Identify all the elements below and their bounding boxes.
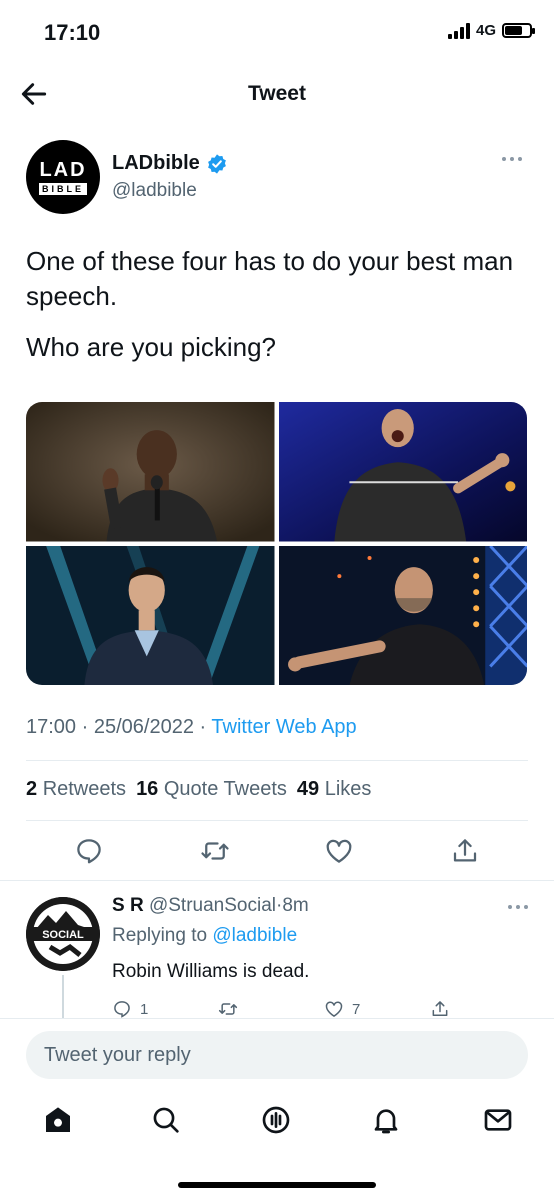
tweet-time: 17:00: [26, 716, 77, 738]
notifications-icon[interactable]: [370, 1104, 402, 1136]
retweet-icon[interactable]: [200, 836, 230, 866]
photo-4[interactable]: [278, 545, 527, 685]
search-icon[interactable]: [150, 1104, 182, 1136]
share-icon: [432, 1001, 448, 1016]
reply-avatar[interactable]: SOCIAL: [26, 897, 100, 971]
retweets-count: 2: [26, 778, 38, 800]
author-handle: @ladbible: [112, 180, 197, 201]
avatar[interactable]: LAD BIBLE: [26, 140, 100, 214]
avatar-logo-subtext: BIBLE: [39, 182, 87, 195]
verified-badge-icon: [207, 153, 226, 174]
tweet-text-line: Who are you picking?: [26, 332, 277, 362]
thread-line: [62, 975, 64, 1019]
reply-retweet-button[interactable]: [218, 999, 238, 1019]
reply-like-button[interactable]: 7: [324, 999, 360, 1019]
author-name-row: LADbible: [112, 152, 228, 175]
tweet-action-bar: [26, 832, 528, 872]
reply-action-bar: 1 7: [112, 997, 472, 1019]
reply-author-handle: @StruanSocial: [148, 895, 276, 916]
photo-3[interactable]: [26, 545, 275, 685]
reply-tweet[interactable]: SOCIAL S R @StruanSocial·8m Replying to …: [0, 880, 554, 1019]
social-logo-image: SOCIAL: [26, 897, 100, 971]
status-bar: 17:10 4G: [0, 0, 554, 66]
battery-icon: [502, 23, 535, 38]
reply-header: S R @StruanSocial·8m: [112, 895, 309, 917]
reply-author-name[interactable]: S R: [112, 895, 144, 916]
tweet-timestamp: 17:00 · 25/06/2022 · Twitter Web App: [26, 716, 357, 739]
messages-icon[interactable]: [482, 1104, 514, 1136]
status-time: 17:10: [44, 20, 101, 45]
like-icon: [325, 1001, 343, 1017]
more-dots-icon: [508, 905, 512, 909]
tweet-date: 25/06/2022: [93, 716, 194, 738]
photo-2[interactable]: [278, 402, 527, 542]
likes-stat[interactable]: 49 Likes: [297, 778, 372, 801]
replying-to: Replying to @ladbible: [112, 925, 297, 947]
divider: [26, 820, 528, 821]
comedian-photo-image: [26, 402, 275, 542]
reply-more-options-button[interactable]: [508, 905, 528, 909]
network-type: 4G: [475, 22, 496, 39]
comedian-photo-image: [26, 545, 275, 685]
tweet-author: LAD BIBLE LADbible @ladbible: [26, 138, 528, 218]
comedian-photo-image: [278, 402, 527, 542]
reply-reply-count: 1: [140, 1000, 149, 1018]
likes-count: 49: [296, 778, 320, 800]
retweet-icon: [218, 1003, 238, 1015]
reply-like-count: 7: [352, 1000, 361, 1018]
svg-text:SOCIAL: SOCIAL: [42, 929, 84, 941]
more-dots-icon: [502, 157, 506, 161]
tweet-text-line: One of these four has to do your best ma…: [26, 246, 514, 311]
separator: ·: [81, 716, 89, 738]
signal-icon: [447, 22, 470, 39]
page-title: Tweet: [248, 82, 306, 105]
author-name[interactable]: LADbible: [112, 152, 200, 175]
reply-input[interactable]: Tweet your reply: [26, 1031, 528, 1079]
compose-bar: Tweet your reply: [0, 1018, 554, 1096]
quote-tweets-stat[interactable]: 16 Quote Tweets: [136, 778, 287, 801]
quotes-count: 16: [136, 778, 159, 800]
share-icon[interactable]: [450, 836, 480, 866]
replying-mention-link[interactable]: @ladbible: [212, 925, 297, 946]
retweets-label: Retweets: [42, 778, 127, 800]
photo-1[interactable]: [26, 402, 275, 542]
like-icon[interactable]: [324, 836, 354, 866]
reply-text: Robin Williams is dead.: [112, 961, 310, 982]
spaces-icon[interactable]: [260, 1104, 292, 1136]
quotes-label: Quote Tweets: [163, 778, 287, 800]
reply-icon: [114, 1001, 130, 1018]
status-indicators: 4G: [447, 22, 535, 39]
tweet-source-link[interactable]: Twitter Web App: [211, 716, 356, 738]
home-indicator: [178, 1182, 376, 1188]
avatar-logo-text: LAD: [39, 158, 87, 182]
reply-time: 8m: [282, 895, 309, 916]
tweet-stats: 2 Retweets 16 Quote Tweets 49 Likes: [26, 778, 371, 801]
more-options-button[interactable]: [502, 154, 528, 164]
replying-prefix: Replying to: [112, 925, 208, 946]
bottom-nav: [0, 1096, 554, 1156]
tweet-text: One of these four has to do your best ma…: [26, 244, 528, 381]
comedian-photo-image: [278, 545, 527, 685]
home-icon[interactable]: [42, 1104, 74, 1136]
divider: [26, 760, 528, 761]
likes-label: Likes: [324, 778, 372, 800]
header: Tweet: [0, 66, 554, 122]
media-grid: [26, 402, 527, 685]
retweets-stat[interactable]: 2 Retweets: [26, 778, 126, 801]
separator: ·: [199, 716, 207, 738]
reply-share-button[interactable]: [430, 999, 450, 1019]
reply-icon[interactable]: [74, 836, 104, 866]
reply-reply-button[interactable]: 1: [112, 999, 148, 1019]
